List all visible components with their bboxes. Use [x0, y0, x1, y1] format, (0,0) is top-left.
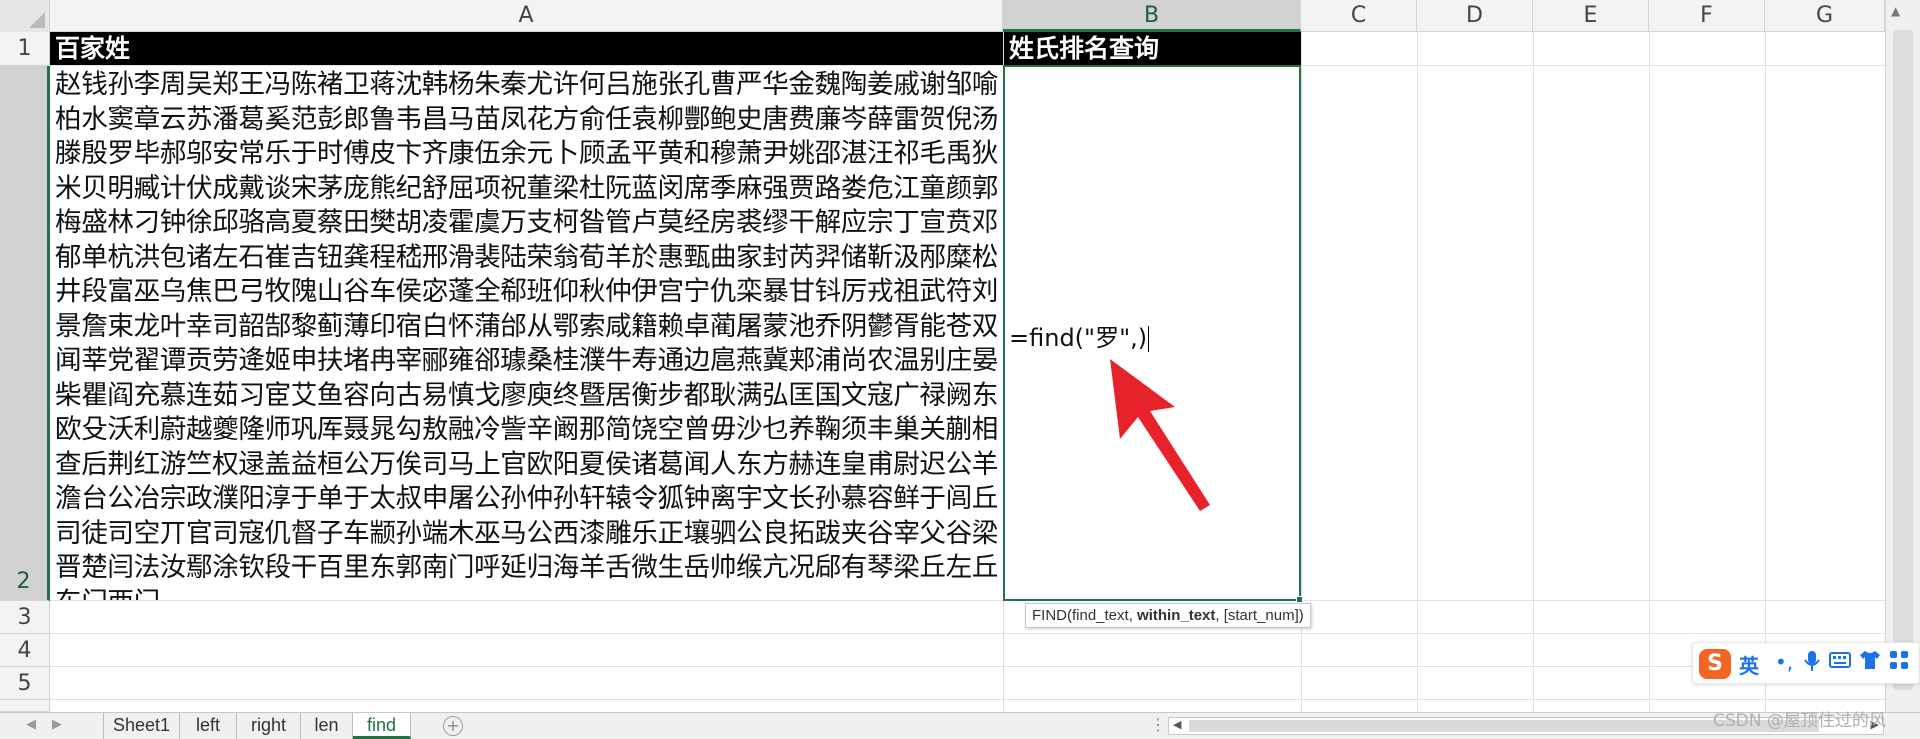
cell-a1[interactable]: 百家姓 — [50, 32, 1003, 65]
row-header-3[interactable]: 3 — [0, 601, 50, 634]
row-header-5[interactable]: 5 — [0, 667, 50, 700]
prev-sheet-icon[interactable]: ◀ — [26, 717, 36, 732]
sheet-tab-bar: ◀ ▶ Sheet1 left right len find + ⋮ ◀ ▶ — [0, 712, 1920, 739]
gridline-row-2 — [50, 600, 1885, 601]
column-header-bar: A B C D E F G — [0, 0, 1920, 32]
sheet-tab-sheet1[interactable]: Sheet1 — [103, 713, 180, 739]
row-header-6-partial[interactable] — [0, 700, 50, 712]
sheet-tab-right[interactable]: right — [237, 713, 301, 739]
scroll-up-icon[interactable]: ▲ — [1891, 4, 1900, 18]
csdn-watermark: CSDN @屋顶住过的风 — [1713, 711, 1886, 731]
column-header-g[interactable]: G — [1765, 0, 1885, 32]
column-header-c[interactable]: C — [1301, 0, 1417, 32]
sheet-tab-find[interactable]: find — [353, 713, 411, 739]
row-header-2[interactable]: 2 — [0, 66, 50, 601]
function-arg-tooltip: FIND(find_text, within_text, [start_num]… — [1025, 603, 1311, 628]
column-header-f[interactable]: F — [1649, 0, 1765, 32]
tooltip-suffix: , [start_num]) — [1215, 607, 1304, 624]
cell-a2-surnames[interactable]: 赵钱孙李周吴郑王冯陈褚卫蒋沈韩杨朱秦尤许何吕施张孔曹严华金魏陶姜戚谢邹喻柏水窦章… — [50, 66, 1003, 600]
skin-shirt-icon[interactable] — [1859, 650, 1881, 675]
next-sheet-icon[interactable]: ▶ — [52, 717, 62, 732]
column-header-e[interactable]: E — [1533, 0, 1649, 32]
gridline-row-3 — [50, 633, 1885, 634]
text-cursor — [1148, 326, 1150, 352]
add-sheet-icon[interactable]: + — [443, 716, 463, 736]
keyboard-icon[interactable] — [1829, 650, 1851, 675]
gridline-row-5 — [50, 699, 1885, 700]
select-all-triangle-icon — [29, 12, 45, 28]
column-header-a[interactable]: A — [50, 0, 1003, 32]
scroll-left-icon[interactable]: ◀ — [1173, 718, 1181, 731]
column-header-b[interactable]: B — [1003, 0, 1301, 32]
cell-b1[interactable]: 姓氏排名查询 — [1004, 32, 1301, 65]
ime-mode-label[interactable]: 英 — [1739, 650, 1759, 679]
sheet-tab-len[interactable]: len — [301, 713, 353, 739]
gridline-d — [1417, 32, 1418, 712]
vertical-scroll-thumb[interactable] — [1893, 30, 1913, 690]
toolbox-grid-icon[interactable] — [1889, 650, 1909, 675]
ime-toolbar[interactable]: S 英 •, — [1692, 642, 1920, 684]
column-header-d[interactable]: D — [1417, 0, 1533, 32]
tooltip-prefix: FIND(find_text, — [1032, 607, 1138, 624]
row-header-4[interactable]: 4 — [0, 634, 50, 667]
ime-logo[interactable]: S — [1699, 649, 1731, 679]
gridline-row-4 — [50, 666, 1885, 667]
select-all-button[interactable] — [0, 0, 50, 32]
fill-handle[interactable] — [1296, 596, 1303, 603]
vertical-scrollbar[interactable]: ▲ — [1885, 0, 1920, 712]
row-header-1[interactable]: 1 — [0, 32, 50, 66]
cell-b2-formula-editor[interactable]: =find("罗",) — [1009, 318, 1150, 353]
red-arrow-annotation — [1110, 359, 1210, 511]
tab-split-handle[interactable]: ⋮ — [1150, 715, 1166, 734]
tooltip-current-arg: within_text — [1137, 607, 1216, 624]
gridline-g — [1765, 32, 1766, 712]
sheet-tab-left[interactable]: left — [180, 713, 237, 739]
punctuation-icon[interactable]: •, — [1775, 650, 1793, 674]
gridline-e — [1533, 32, 1534, 712]
gridline-f — [1649, 32, 1650, 712]
microphone-icon[interactable] — [1803, 650, 1821, 677]
formula-text: =find("罗",) — [1009, 324, 1148, 352]
